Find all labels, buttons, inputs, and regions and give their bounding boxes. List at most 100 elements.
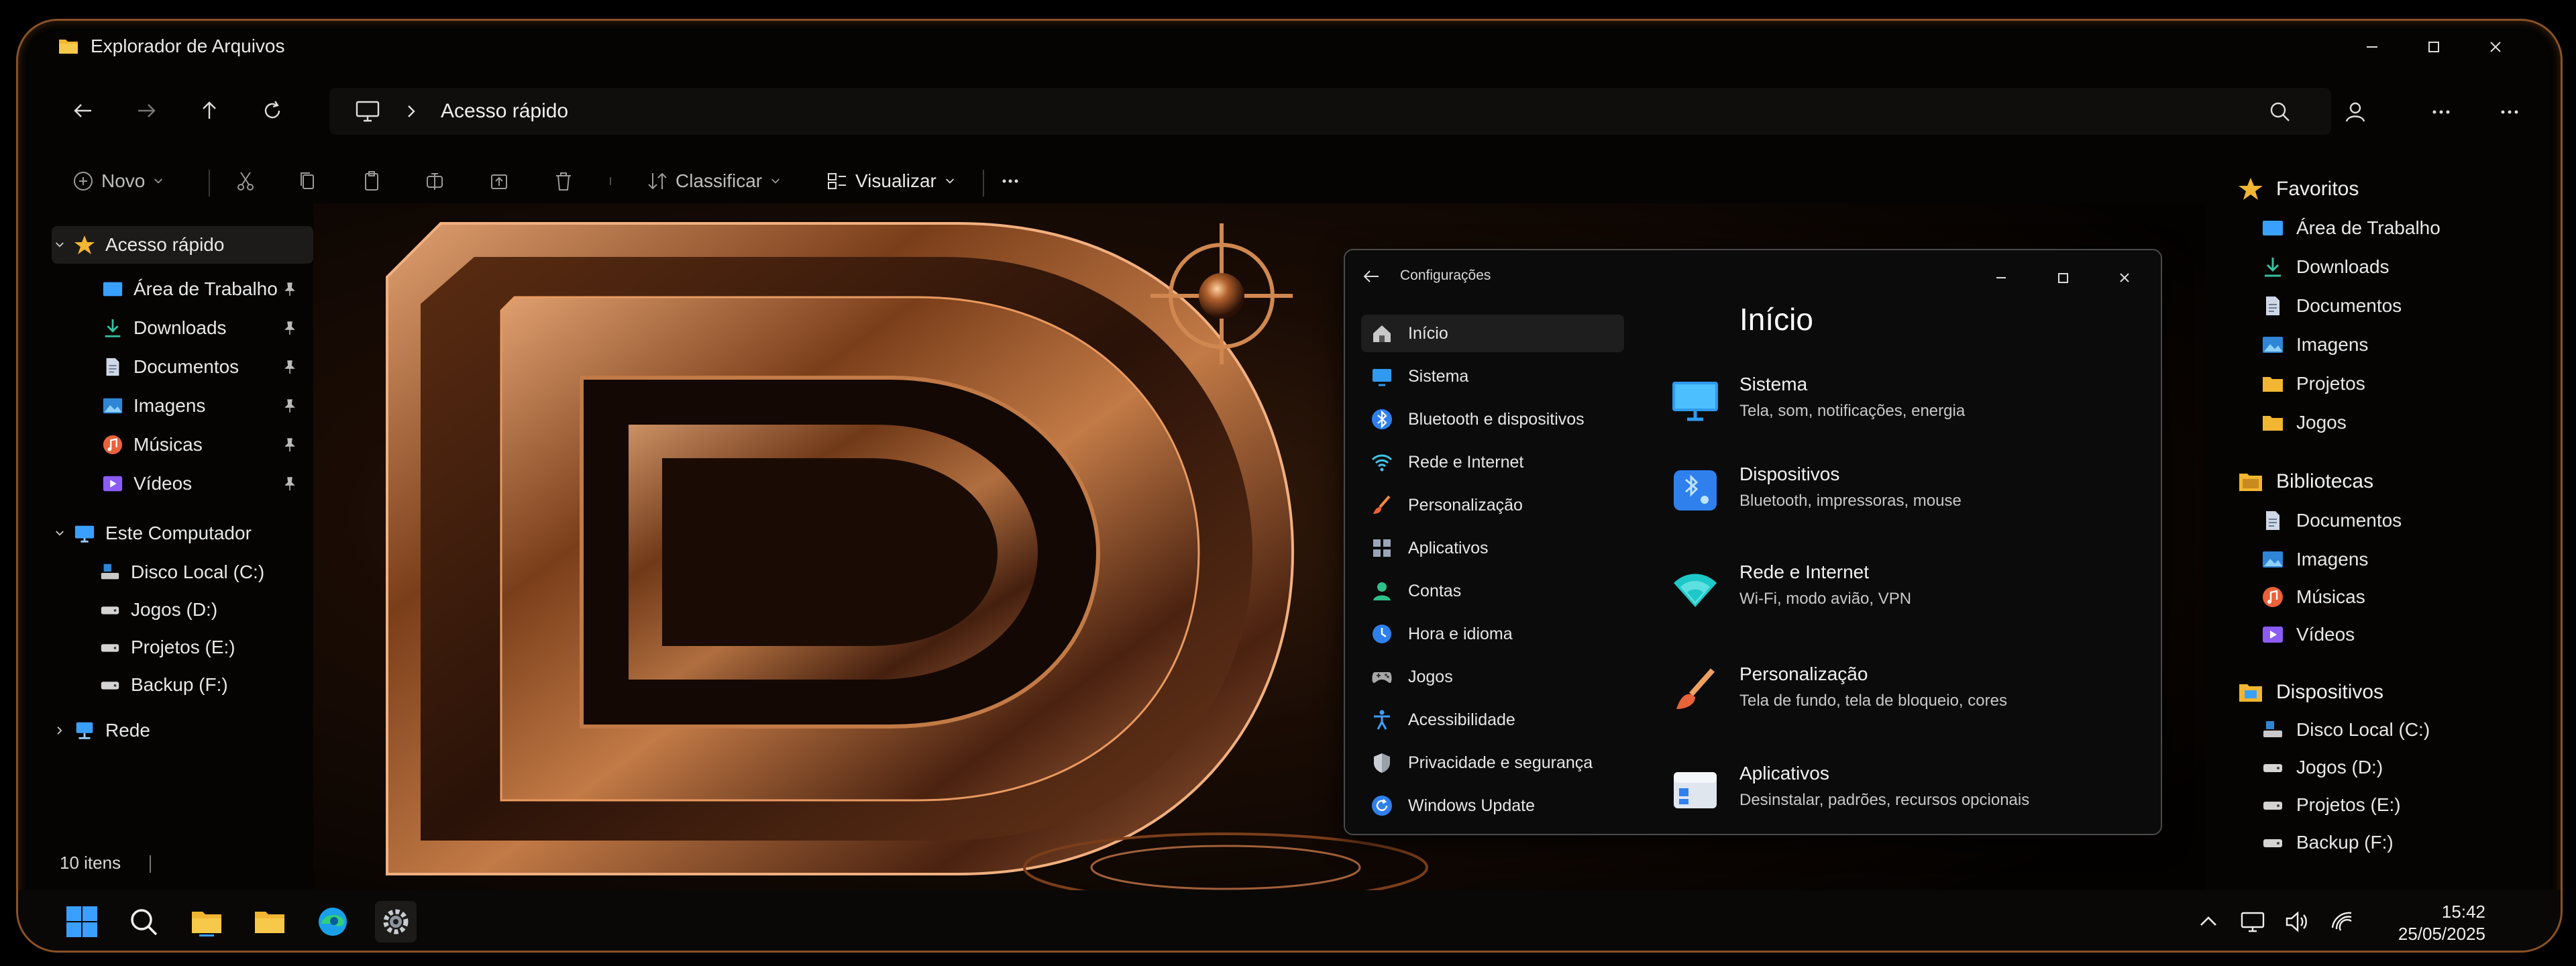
taskbar-file-explorer[interactable]	[186, 901, 227, 943]
sidebar-item-this-pc[interactable]: Este Computador	[52, 515, 313, 552]
pin-icon[interactable]	[282, 437, 297, 452]
favorite-pictures[interactable]: Imagens	[2261, 328, 2368, 362]
devices-header[interactable]: Dispositivos	[2237, 676, 2383, 709]
system-clock[interactable]: 15:42 25/05/2025	[2398, 901, 2485, 945]
minimize-button[interactable]	[2342, 30, 2402, 64]
close-button[interactable]	[2465, 30, 2526, 64]
pin-icon[interactable]	[282, 476, 297, 491]
see-more-button[interactable]	[999, 163, 1022, 199]
more-options-button[interactable]	[2422, 93, 2460, 131]
device-drive-c[interactable]: Disco Local (C:)	[2261, 713, 2430, 747]
library-pictures[interactable]: Imagens	[2261, 543, 2368, 576]
address-bar[interactable]: Acesso rápido	[329, 88, 2331, 135]
settings-nav-bluetooth[interactable]: Bluetooth e dispositivos	[1361, 400, 1624, 438]
settings-nav-accessibility[interactable]: Acessibilidade	[1361, 701, 1624, 739]
back-button[interactable]	[60, 91, 107, 131]
settings-nav-gaming[interactable]: Jogos	[1361, 658, 1624, 696]
favorite-documents[interactable]: Documentos	[2261, 289, 2402, 323]
taskbar-settings[interactable]	[375, 901, 417, 943]
settings-maximize-button[interactable]	[2043, 261, 2083, 294]
favorite-label: Área de Trabalho	[2296, 217, 2440, 238]
settings-nav-home[interactable]: Início	[1361, 315, 1624, 352]
settings-card-devices[interactable]: Dispositivos Bluetooth, impressoras, mou…	[1666, 453, 2135, 527]
refresh-button[interactable]	[249, 91, 296, 131]
library-documents[interactable]: Documentos	[2261, 504, 2402, 537]
settings-nav-windows-update[interactable]: Windows Update	[1361, 787, 1624, 824]
navigation-row: Acesso rápido	[18, 83, 2561, 139]
settings-nav-time-language[interactable]: Hora e idioma	[1361, 615, 1624, 653]
sort-button[interactable]: Classificar	[646, 163, 782, 199]
breadcrumb[interactable]: Acesso rápido	[441, 100, 568, 123]
library-videos[interactable]: Vídeos	[2261, 618, 2355, 651]
taskbar-file-explorer-2[interactable]	[249, 901, 290, 943]
maximize-button[interactable]	[2404, 30, 2464, 64]
share-button[interactable]	[488, 163, 511, 199]
more-actions-button[interactable]	[603, 163, 618, 199]
taskbar-edge[interactable]	[312, 901, 354, 943]
settings-nav-accounts[interactable]: Contas	[1361, 572, 1624, 610]
start-button[interactable]	[61, 901, 103, 943]
sidebar-item-desktop[interactable]: Área de Trabalho	[52, 270, 313, 308]
wifi-icon[interactable]	[2328, 908, 2357, 936]
overflow-button[interactable]	[2491, 93, 2528, 131]
volume-icon[interactable]	[2283, 908, 2311, 936]
chevron-down-icon[interactable]	[52, 237, 68, 253]
settings-nav-privacy[interactable]: Privacidade e segurança	[1361, 744, 1624, 782]
favorite-projects[interactable]: Projetos	[2261, 367, 2365, 400]
settings-card-apps[interactable]: Aplicativos Desinstalar, padrões, recurs…	[1666, 752, 2135, 826]
favorite-downloads[interactable]: Downloads	[2261, 250, 2390, 284]
settings-nav-personalization[interactable]: Personalização	[1361, 486, 1624, 524]
favorite-desktop[interactable]: Área de Trabalho	[2261, 211, 2440, 245]
taskbar-search-button[interactable]	[123, 901, 164, 943]
sidebar-item-documents[interactable]: Documentos	[52, 348, 313, 386]
settings-nav-apps[interactable]: Aplicativos	[1361, 529, 1624, 567]
settings-card-system[interactable]: Sistema Tela, som, notificações, energia	[1666, 363, 2135, 437]
settings-nav-system[interactable]: Sistema	[1361, 358, 1624, 395]
sidebar-item-drive-d[interactable]: Jogos (D:)	[52, 591, 313, 629]
device-drive-d[interactable]: Jogos (D:)	[2261, 751, 2383, 784]
settings-card-network[interactable]: Rede e Internet Wi-Fi, modo avião, VPN	[1666, 551, 2135, 625]
pin-icon[interactable]	[282, 360, 297, 374]
favorites-header[interactable]: Favoritos	[2237, 172, 2359, 206]
cut-button[interactable]	[234, 163, 257, 199]
new-button[interactable]: Novo	[72, 163, 165, 199]
search-button[interactable]	[2261, 93, 2299, 131]
settings-close-button[interactable]	[2104, 261, 2145, 294]
display-icon[interactable]	[2239, 908, 2267, 936]
settings-nav-network[interactable]: Rede e Internet	[1361, 443, 1624, 481]
forward-button[interactable]	[123, 91, 170, 131]
favorite-games[interactable]: Jogos	[2261, 406, 2347, 439]
device-drive-f[interactable]: Backup (F:)	[2261, 826, 2394, 859]
back-arrow-icon[interactable]	[1361, 266, 1381, 286]
sidebar-item-music[interactable]: Músicas	[52, 426, 313, 464]
chevron-right-icon[interactable]	[52, 722, 68, 739]
chevron-up-icon[interactable]	[2194, 908, 2222, 936]
account-icon	[1373, 582, 1391, 600]
rename-button[interactable]	[423, 163, 446, 199]
sidebar-item-videos[interactable]: Vídeos	[52, 465, 313, 502]
sidebar-item-drive-e[interactable]: Projetos (E:)	[52, 629, 313, 666]
up-button[interactable]	[186, 91, 233, 131]
copy-button[interactable]	[296, 163, 319, 199]
sidebar-item-quick-access[interactable]: Acesso rápido	[52, 226, 313, 264]
libraries-header[interactable]: Bibliotecas	[2237, 465, 2373, 498]
sidebar-item-downloads[interactable]: Downloads	[52, 309, 313, 347]
delete-button[interactable]	[552, 163, 575, 199]
pin-icon[interactable]	[282, 398, 297, 413]
settings-card-personalization[interactable]: Personalização Tela de fundo, tela de bl…	[1666, 653, 2135, 727]
settings-minimize-button[interactable]	[1981, 261, 2021, 294]
taskbar: 15:42 25/05/2025	[18, 890, 2561, 951]
chevron-down-icon[interactable]	[52, 525, 68, 541]
paste-button[interactable]	[360, 163, 383, 199]
device-drive-e[interactable]: Projetos (E:)	[2261, 788, 2401, 822]
sidebar-item-pictures[interactable]: Imagens	[52, 387, 313, 425]
pin-icon[interactable]	[282, 321, 297, 335]
library-music[interactable]: Músicas	[2261, 580, 2365, 614]
view-button[interactable]: Visualizar	[826, 163, 957, 199]
toolbar-divider	[983, 170, 984, 197]
sidebar-item-drive-f[interactable]: Backup (F:)	[52, 666, 313, 704]
pin-icon[interactable]	[282, 282, 297, 297]
sidebar-item-network[interactable]: Rede	[52, 712, 313, 749]
sidebar-item-drive-c[interactable]: Disco Local (C:)	[52, 553, 313, 591]
account-button[interactable]	[2337, 93, 2374, 131]
